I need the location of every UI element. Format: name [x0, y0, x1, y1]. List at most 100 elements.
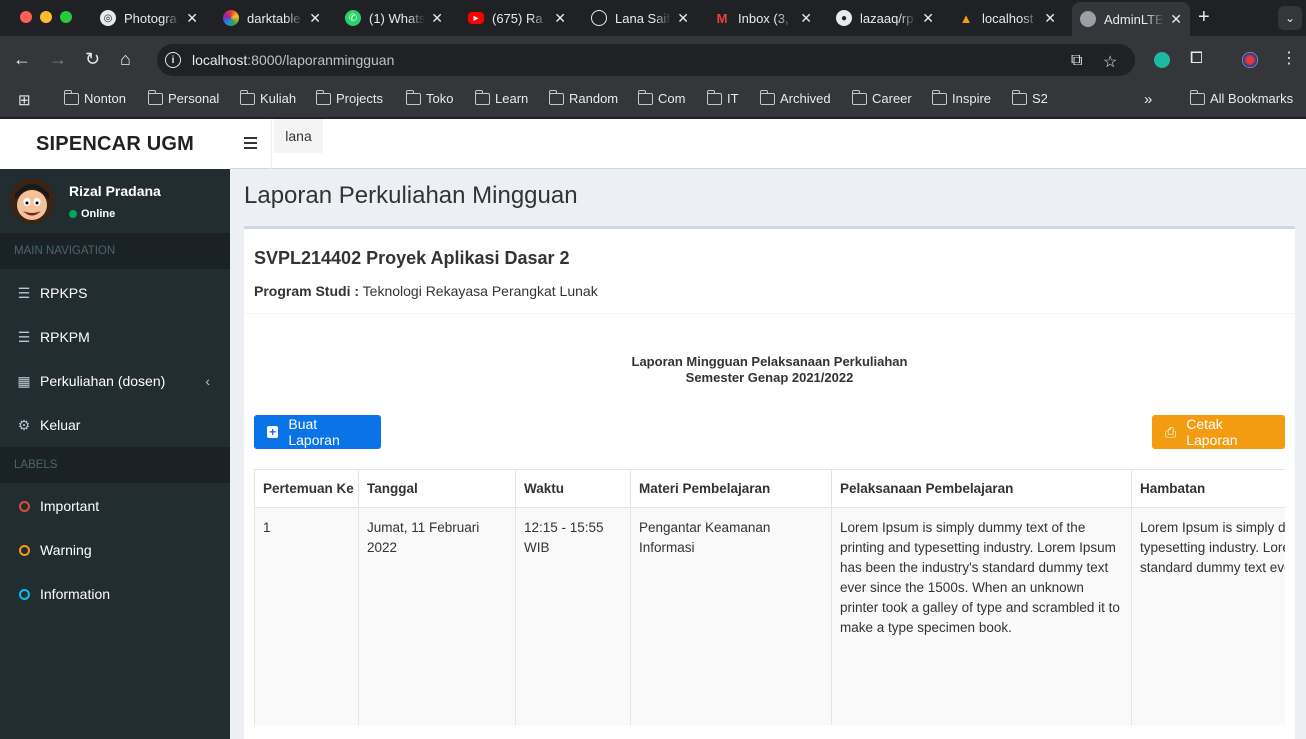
bookmark-folder[interactable]: Com: [637, 89, 686, 106]
bookmark-folder[interactable]: Kuliah: [239, 89, 296, 106]
circle-icon: [17, 588, 31, 600]
close-tab-icon[interactable]: ✕: [431, 10, 443, 27]
close-tab-icon[interactable]: ✕: [309, 10, 321, 27]
forward-arrow-icon[interactable]: →: [49, 50, 67, 68]
bookmark-label: Nonton: [84, 91, 126, 106]
close-tab-icon[interactable]: ✕: [677, 10, 689, 27]
localhost-icon: ▲: [959, 10, 973, 26]
user-panel: Rizal Pradana Online: [0, 169, 230, 233]
bookmark-folder[interactable]: S2: [1011, 89, 1048, 106]
folder-icon: [931, 89, 947, 105]
new-tab-button[interactable]: +: [1198, 6, 1210, 29]
bookmark-folder[interactable]: IT: [706, 89, 739, 106]
user-status: Online: [69, 208, 115, 220]
address-bar[interactable]: i localhost:8000/laporanmingguan ⧉ ☆: [157, 44, 1135, 76]
reload-icon[interactable]: ↻: [85, 50, 100, 68]
browser-tab[interactable]: ◎ Photogra ✕: [92, 4, 206, 32]
close-tab-icon[interactable]: ✕: [800, 10, 812, 27]
plus-square-icon: +: [267, 426, 279, 438]
sidebar-label-warning[interactable]: Warning: [0, 528, 230, 572]
menu-kebab-icon[interactable]: ⋮: [1281, 50, 1297, 68]
folder-icon: [706, 89, 722, 105]
bookmark-folder[interactable]: Random: [548, 89, 619, 106]
print-report-button[interactable]: ⎙ Cetak Laporan: [1152, 415, 1285, 449]
close-tab-icon[interactable]: ✕: [922, 10, 934, 27]
close-tab-icon[interactable]: ✕: [554, 10, 566, 27]
sidebar-label-information[interactable]: Information: [0, 572, 230, 616]
sidebar-item-rpkpm[interactable]: ☰ RPKPM: [0, 315, 230, 359]
bookmark-label: Random: [569, 91, 619, 106]
navbar-user-tab[interactable]: lana: [274, 119, 323, 153]
gear-icon: ⚙: [17, 416, 31, 433]
report-heading: Laporan Mingguan Pelaksanaan Perkuliahan…: [244, 354, 1295, 386]
list-icon: ☰: [17, 284, 31, 301]
create-report-button[interactable]: + Buat Laporan: [254, 415, 381, 449]
report-heading-line-1: Laporan Mingguan Pelaksanaan Perkuliahan: [631, 354, 908, 369]
tab-label: localhost: [982, 10, 1034, 26]
browser-tab-active[interactable]: AdminLTE ✕: [1072, 2, 1190, 36]
bookmark-folder[interactable]: Career: [851, 89, 912, 106]
browser-tab[interactable]: Lana Saif ✕: [583, 4, 697, 32]
app-logo[interactable]: SIPENCAR UGM: [0, 119, 230, 169]
profile-avatar-icon[interactable]: [1242, 52, 1258, 68]
column-header: Pelaksanaan Pembelajaran: [831, 469, 1132, 508]
sidebar-item-perkuliahan[interactable]: ▦ Perkuliahan (dosen) ‹: [0, 359, 230, 403]
sidebar-item-label: Warning: [40, 542, 92, 558]
site-info-icon[interactable]: i: [165, 52, 181, 68]
folder-icon: [474, 89, 490, 105]
sidebar-toggle-hamburger-icon[interactable]: [244, 137, 257, 149]
circle-icon: [17, 500, 31, 512]
chevron-left-icon: ‹: [205, 373, 210, 389]
tab-search-button[interactable]: ⌄: [1278, 6, 1302, 30]
translate-icon[interactable]: ⧉: [1071, 52, 1082, 70]
list-icon: ☰: [17, 328, 31, 345]
more-bookmarks-button[interactable]: »: [1144, 91, 1152, 108]
url-text[interactable]: localhost:8000/laporanmingguan: [192, 52, 394, 68]
back-arrow-icon[interactable]: ←: [13, 50, 31, 68]
extension-icon[interactable]: [1154, 52, 1170, 68]
sidebar-item-keluar[interactable]: ⚙ Keluar: [0, 403, 230, 447]
print-report-label: Cetak Laporan: [1186, 416, 1238, 448]
close-tab-icon[interactable]: ✕: [1170, 11, 1182, 28]
minimize-window-button[interactable]: [40, 11, 52, 23]
apps-grid-icon[interactable]: ⊞: [18, 91, 31, 109]
sidebar-item-label: RPKPS: [40, 285, 88, 301]
browser-tab[interactable]: ▲ localhost ✕: [950, 4, 1064, 32]
all-bookmarks-folder[interactable]: All Bookmarks: [1189, 89, 1293, 106]
labels-header: LABELS: [0, 447, 230, 483]
browser-tab[interactable]: ● lazaaq/rp ✕: [828, 4, 942, 32]
user-name: Rizal Pradana: [69, 183, 161, 199]
browser-tab[interactable]: ▸ (675) Ra ✕: [460, 4, 574, 32]
bookmark-folder[interactable]: Learn: [474, 89, 528, 106]
folder-icon: [637, 89, 653, 105]
bookmark-label: Com: [658, 91, 686, 106]
bookmark-label: Projects: [336, 91, 383, 106]
browser-tab[interactable]: M Inbox (3, ✕: [706, 4, 820, 32]
sidebar-item-label: Perkuliahan (dosen): [40, 373, 166, 389]
close-tab-icon[interactable]: ✕: [1044, 10, 1056, 27]
print-icon: ⎙: [1165, 423, 1177, 440]
avatar: [9, 178, 55, 224]
bookmark-folder[interactable]: Personal: [147, 89, 219, 106]
tab-label: AdminLTE: [1104, 11, 1164, 27]
close-tab-icon[interactable]: ✕: [186, 10, 198, 27]
sidebar-item-rpkps[interactable]: ☰ RPKPS: [0, 271, 230, 315]
browser-tab[interactable]: darktable ✕: [215, 4, 329, 32]
bookmark-folder[interactable]: Archived: [759, 89, 831, 106]
bookmark-folder[interactable]: Toko: [405, 89, 453, 106]
github-icon: ●: [836, 10, 852, 26]
fullscreen-window-button[interactable]: [60, 11, 72, 23]
bookmark-folder[interactable]: Inspire: [931, 89, 991, 106]
sidebar-label-important[interactable]: Important: [0, 484, 230, 528]
navbar-divider: [271, 119, 272, 169]
create-report-label: Buat Laporan: [288, 416, 340, 448]
course-title: SVPL214402 Proyek Aplikasi Dasar 2: [254, 248, 570, 268]
home-icon[interactable]: ⌂: [120, 50, 131, 68]
bookmark-folder[interactable]: Nonton: [63, 89, 126, 106]
close-window-button[interactable]: [20, 11, 32, 23]
report-table-wrapper[interactable]: Pertemuan Ke Tanggal Waktu Materi Pembel…: [254, 469, 1285, 725]
extensions-puzzle-icon[interactable]: ⧠: [1190, 50, 1203, 68]
browser-tab[interactable]: ✆ (1) Whats ✕: [337, 4, 451, 32]
bookmark-folder[interactable]: Projects: [315, 89, 383, 106]
bookmark-star-icon[interactable]: ☆: [1103, 52, 1117, 72]
